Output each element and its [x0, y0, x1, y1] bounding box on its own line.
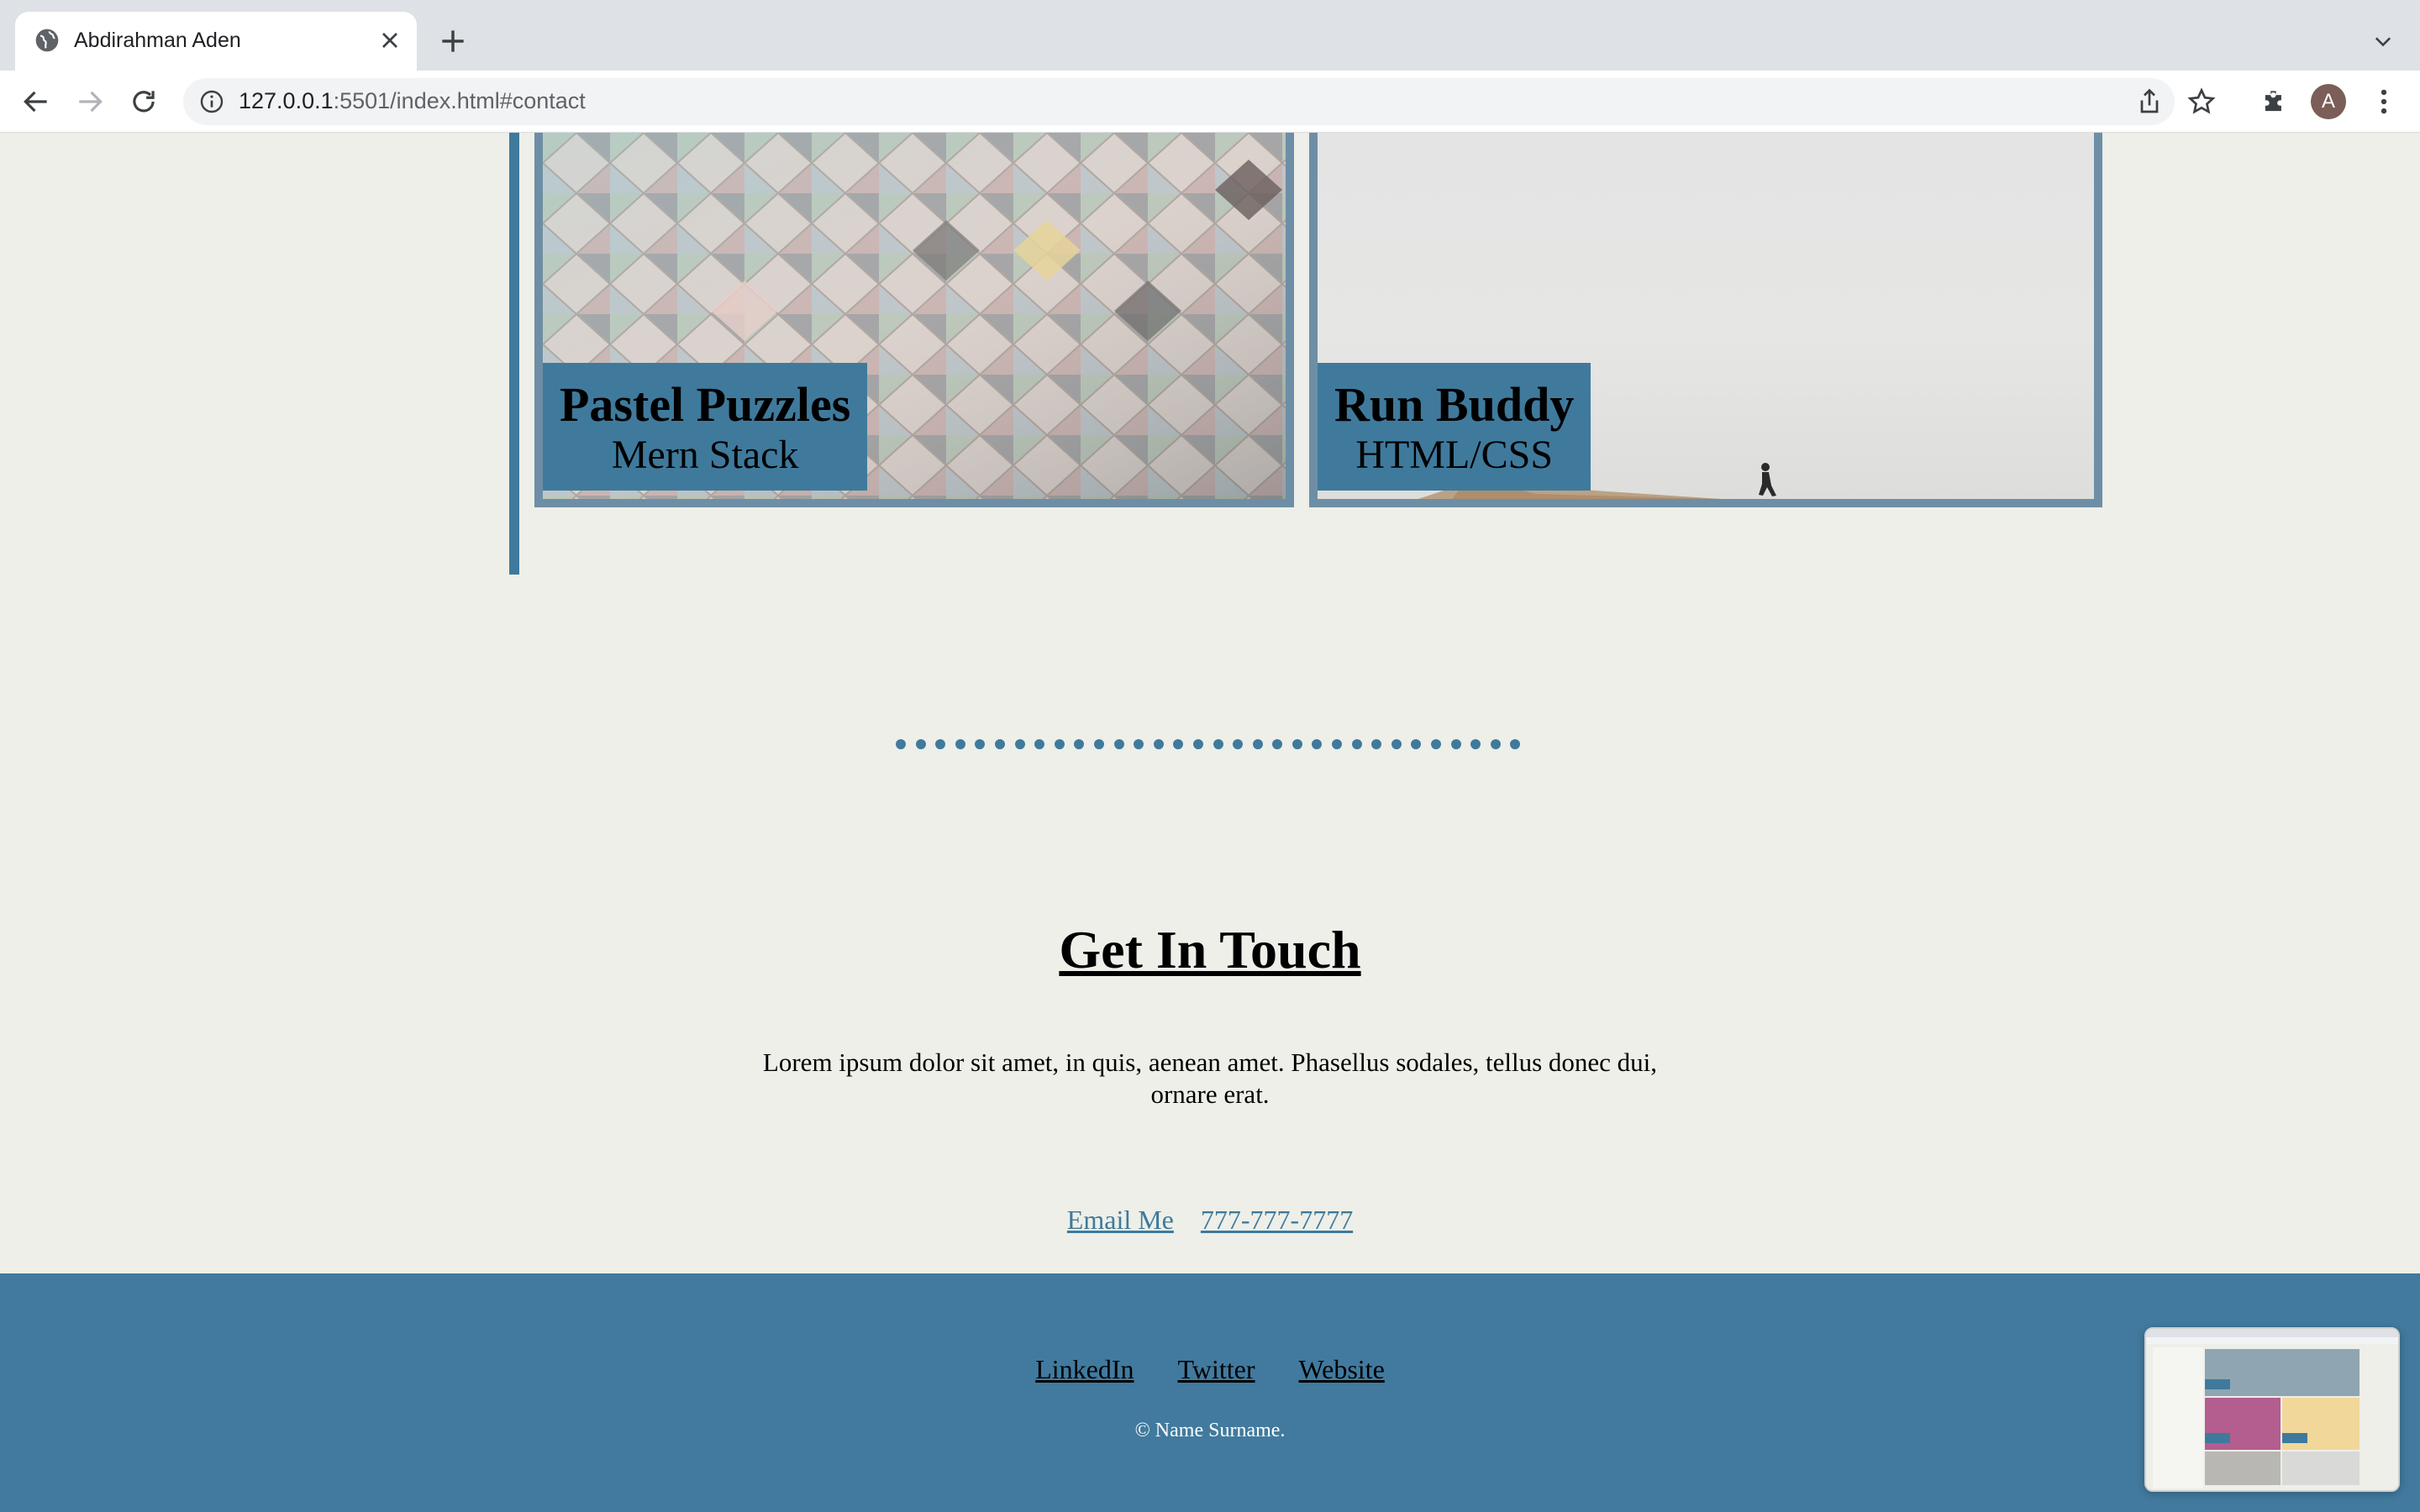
- project-name: Pastel Puzzles: [560, 377, 851, 432]
- project-card-pastel-puzzles[interactable]: Pastel Puzzles Mern Stack: [534, 133, 1294, 507]
- project-stack: HTML/CSS: [1355, 433, 1554, 477]
- contact-links: Email Me 777-777-7777: [0, 1205, 2420, 1236]
- phone-link[interactable]: 777-777-7777: [1201, 1205, 1353, 1235]
- footer-links: LinkedIn Twitter Website: [0, 1354, 2420, 1385]
- plus-icon[interactable]: [437, 25, 469, 57]
- tab-title: Abdirahman Aden: [74, 29, 241, 52]
- reload-icon[interactable]: [128, 86, 160, 118]
- linkedin-link[interactable]: LinkedIn: [1035, 1354, 1134, 1384]
- project-name: Run Buddy: [1334, 377, 1575, 432]
- browser-toolbar: 127.0.0.1:5501/index.html#contact A: [0, 71, 2420, 133]
- project-card-run-buddy[interactable]: Run Buddy HTML/CSS: [1309, 133, 2102, 507]
- project-stack: Mern Stack: [611, 433, 799, 477]
- contact-heading: Get In Touch: [1059, 920, 1361, 979]
- avatar[interactable]: A: [2311, 84, 2346, 119]
- back-arrow-icon[interactable]: [20, 86, 52, 118]
- project-label: Pastel Puzzles Mern Stack: [543, 363, 868, 491]
- project-label: Run Buddy HTML/CSS: [1318, 363, 1591, 491]
- copyright-text: © Name Surname.: [1134, 1420, 1286, 1441]
- website-link[interactable]: Website: [1298, 1354, 1384, 1384]
- puzzle-icon[interactable]: [2259, 86, 2291, 118]
- footer: LinkedIn Twitter Website © Name Surname.: [0, 1273, 2420, 1512]
- star-icon[interactable]: [2186, 87, 2217, 117]
- info-icon[interactable]: [198, 88, 225, 115]
- page-preview-thumbnail[interactable]: [2144, 1327, 2400, 1492]
- email-link[interactable]: Email Me: [1067, 1205, 1174, 1235]
- close-icon[interactable]: [376, 27, 403, 54]
- work-section-bar: [509, 133, 519, 575]
- forward-arrow-icon[interactable]: [74, 86, 106, 118]
- chevron-down-icon[interactable]: [2371, 30, 2395, 54]
- url-text: 127.0.0.1:5501/index.html#contact: [239, 88, 586, 113]
- browser-tab[interactable]: Abdirahman Aden: [15, 12, 417, 71]
- tab-strip: Abdirahman Aden: [0, 0, 2420, 71]
- kebab-menu-icon[interactable]: [2368, 86, 2400, 118]
- contact-description: Lorem ipsum dolor sit amet, in quis, aen…: [762, 1047, 1658, 1109]
- globe-icon: [35, 29, 59, 52]
- dotted-divider: [896, 739, 1521, 751]
- share-icon[interactable]: [2134, 87, 2165, 117]
- address-bar[interactable]: 127.0.0.1:5501/index.html#contact: [183, 78, 2216, 125]
- preview-miniature: [2146, 1329, 2398, 1490]
- twitter-link[interactable]: Twitter: [1178, 1354, 1255, 1384]
